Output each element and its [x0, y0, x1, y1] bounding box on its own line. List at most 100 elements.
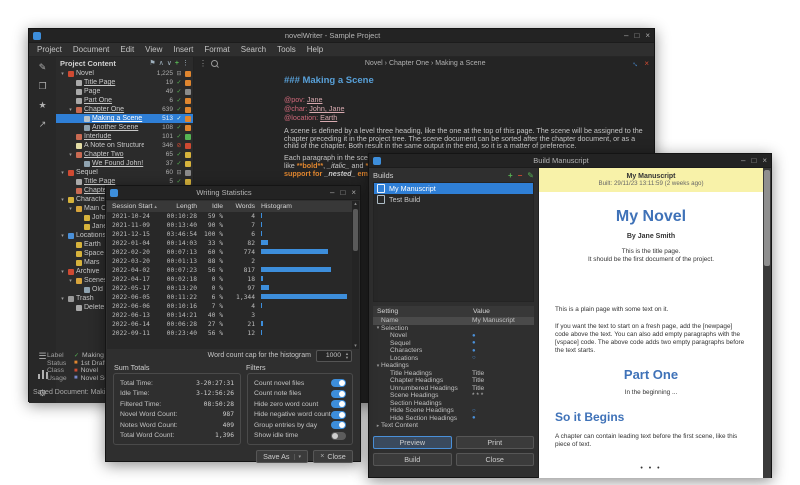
close-icon[interactable]: ×	[351, 189, 356, 197]
include-check-icon[interactable]: ⊘	[175, 142, 183, 149]
tree-item[interactable]: ▾ Novel 1,225 ⊟	[56, 69, 193, 78]
remove-build-icon[interactable]: −	[518, 171, 523, 180]
setting-row[interactable]: Section Headings	[373, 400, 534, 408]
session-row[interactable]: 2022-06-05 00:11:22 6 % 1,344	[107, 293, 359, 302]
setting-row[interactable]: ▾ Headings	[373, 362, 534, 370]
tree-item[interactable]: ▾ Sequel 60 ⊟	[56, 168, 193, 177]
session-row[interactable]: 2022-05-17 00:13:20 0 % 97	[107, 284, 359, 293]
menu-item[interactable]: Document	[73, 45, 109, 54]
setting-row[interactable]: Chapter Headings Title	[373, 377, 534, 385]
setting-row[interactable]: ▾ Selection	[373, 325, 534, 333]
session-row[interactable]: 2022-04-17 00:02:18 0 % 18	[107, 275, 359, 284]
tree-item[interactable]: Title Page 19 ✓	[56, 78, 193, 87]
pages-icon[interactable]: ❐	[38, 81, 46, 91]
session-row[interactable]: 2021-11-09 00:13:40 90 % 7	[107, 221, 359, 230]
include-check-icon[interactable]: ✓	[175, 79, 183, 86]
setting-row[interactable]: Scene Headings * * *	[373, 392, 534, 400]
novel-details-icon[interactable]: ★	[38, 100, 46, 110]
menu-item[interactable]: Edit	[120, 45, 134, 54]
bookmark-icon[interactable]: ⚑	[149, 59, 155, 67]
session-row[interactable]: 2021-10-24 00:10:28 59 % 4	[107, 212, 359, 221]
preview-button[interactable]: Preview	[373, 436, 452, 449]
close-document-icon[interactable]: ×	[644, 59, 649, 68]
setting-row[interactable]: Name My Manuscript	[373, 317, 534, 325]
scrollbar-thumb[interactable]	[353, 209, 358, 251]
add-item-icon[interactable]: +	[175, 60, 179, 67]
list-icon[interactable]: ☰	[38, 351, 46, 361]
scrollbar-thumb[interactable]	[764, 170, 770, 266]
setting-row[interactable]: Hide Section Headings ●	[373, 415, 534, 423]
tag-value[interactable]: John, Jane	[309, 104, 344, 113]
export-icon[interactable]: ↗	[39, 119, 47, 129]
menu-item[interactable]: Insert	[173, 45, 193, 54]
table-scrollbar[interactable]: ▴ ▾	[352, 201, 359, 349]
main-titlebar[interactable]: novelWriter - Sample Project – □ ×	[29, 29, 654, 43]
tree-item[interactable]: Making a Scene 513 ✓	[56, 114, 193, 123]
chart-icon[interactable]	[38, 370, 48, 379]
tag-value[interactable]: Jane	[307, 95, 323, 104]
include-check-icon[interactable]: ✓	[175, 133, 183, 140]
session-row[interactable]: 2022-06-13 00:14:21 40 % 3	[107, 311, 359, 320]
expander-icon[interactable]: ▾	[59, 269, 66, 275]
close-icon[interactable]: ×	[762, 157, 767, 165]
expander-icon[interactable]: ▾	[67, 152, 74, 158]
include-check-icon[interactable]: ✓	[175, 115, 183, 122]
compose-icon[interactable]: ✎	[39, 62, 47, 72]
build-list-item[interactable]: Test Build	[374, 194, 533, 205]
setting-row[interactable]: Novel ●	[373, 332, 534, 340]
session-row[interactable]: 2022-04-02 00:07:23 56 % 817	[107, 266, 359, 275]
toggle-switch[interactable]	[331, 379, 346, 387]
build-button[interactable]: Build	[373, 453, 452, 466]
close-button[interactable]: ×Close	[313, 450, 353, 463]
preview-scrollbar[interactable]	[763, 168, 771, 478]
maximize-icon[interactable]: □	[751, 157, 756, 165]
setting-row[interactable]: Unnumbered Headings Title	[373, 385, 534, 393]
minimize-icon[interactable]: –	[624, 32, 628, 40]
print-button[interactable]: Print	[456, 436, 535, 449]
tree-item[interactable]: We Found John! 37 ✓	[56, 159, 193, 168]
expander-icon[interactable]: ▾	[59, 71, 66, 77]
build-titlebar[interactable]: Build Manuscript – □ ×	[369, 154, 771, 168]
cap-value[interactable]: 1000	[317, 352, 343, 359]
minimize-icon[interactable]: –	[741, 157, 745, 165]
search-icon[interactable]	[211, 60, 218, 67]
menu-item[interactable]: Format	[204, 45, 229, 54]
session-row[interactable]: 2022-03-20 00:01:13 88 % 2	[107, 257, 359, 266]
tree-item[interactable]: Page 49 ✓	[56, 87, 193, 96]
expander-icon[interactable]: ▾	[67, 278, 74, 284]
tree-item[interactable]: Interlude 101 ✓	[56, 132, 193, 141]
edit-build-icon[interactable]: ✎	[527, 171, 534, 180]
include-check-icon[interactable]: ✓	[175, 151, 183, 158]
tree-item[interactable]: A Note on Structure 346 ⊘	[56, 141, 193, 150]
toggle-switch[interactable]	[331, 411, 346, 419]
session-row[interactable]: 2022-01-04 00:14:03 33 % 82	[107, 239, 359, 248]
tree-menu-icon[interactable]: ⋮	[182, 59, 189, 67]
session-row[interactable]: 2022-02-20 00:07:13 60 % 774	[107, 248, 359, 257]
close-icon[interactable]: ×	[645, 32, 650, 40]
setting-row[interactable]: ▸ Text Content	[373, 422, 534, 430]
save-as-button[interactable]: Save As▾	[256, 450, 308, 463]
expander-icon[interactable]: ▾	[67, 206, 74, 212]
cap-spinbox[interactable]: 1000 ▲▼	[316, 350, 352, 362]
session-row[interactable]: 2022-06-14 00:06:28 27 % 21	[107, 320, 359, 329]
setting-row[interactable]: Hide Scene Headings ○	[373, 407, 534, 415]
editor-menu-icon[interactable]: ⋮	[199, 59, 207, 68]
sessions-table-header[interactable]: Session Start ▴ Length Idle Words Histog…	[107, 201, 359, 212]
menu-item[interactable]: Project	[37, 45, 62, 54]
minimize-icon[interactable]: –	[330, 189, 334, 197]
close-build-button[interactable]: Close	[456, 453, 535, 466]
setting-row[interactable]: Locations ○	[373, 355, 534, 363]
setting-row[interactable]: Title Headings Title	[373, 370, 534, 378]
maximize-icon[interactable]: □	[634, 32, 639, 40]
manuscript-page[interactable]: My Novel By Jane Smith This is the title…	[539, 192, 763, 478]
tree-item[interactable]: Another Scene 108 ✓	[56, 123, 193, 132]
expander-icon[interactable]: ▾	[59, 296, 66, 302]
expand-all-icon[interactable]: ∨	[167, 59, 172, 67]
tree-item[interactable]: ▾ Chapter Two 65 ✓	[56, 150, 193, 159]
menu-item[interactable]: Tools	[277, 45, 296, 54]
add-build-icon[interactable]: +	[508, 171, 513, 180]
stats-titlebar[interactable]: Writing Statistics – □ ×	[106, 186, 360, 200]
toggle-switch[interactable]	[331, 432, 346, 440]
expander-icon[interactable]: ▾	[67, 107, 74, 113]
include-check-icon[interactable]: ✓	[175, 124, 183, 131]
